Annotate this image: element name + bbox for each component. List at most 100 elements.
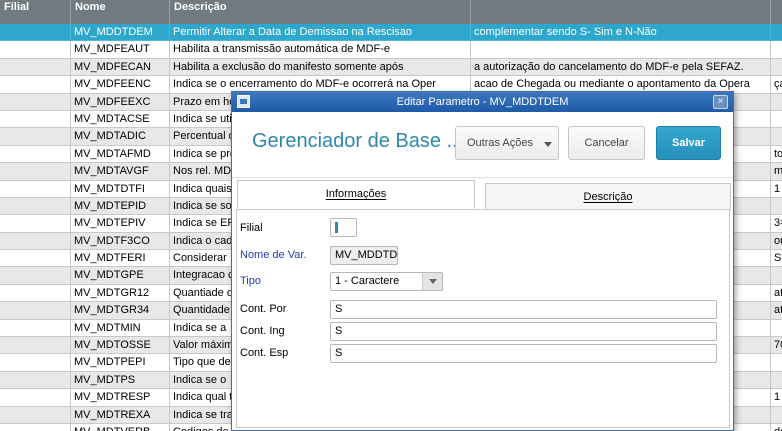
cell-filial: [0, 319, 71, 338]
grid-header: Filial Nome Descrição: [0, 0, 782, 24]
cell-extra2: S=: [771, 250, 782, 268]
cell-extra2: [771, 41, 782, 59]
cell-filial: [0, 232, 71, 251]
cell-nome: MV_MDTPEPI: [71, 354, 170, 372]
cell-extra2: m: [771, 163, 782, 181]
tipo-value: 1 - Caractere: [335, 275, 400, 287]
cell-filial: [0, 284, 71, 303]
dialog-title: Editar Parametro - MV_MDDTDEM: [396, 96, 569, 108]
cell-descricao: Habilita a exclusão do manifesto somente…: [170, 58, 471, 77]
column-header-filial[interactable]: Filial: [0, 0, 71, 24]
cell-nome: MV_MDDTDEM: [71, 24, 170, 42]
cell-nome: MV_MDTGR12: [71, 284, 170, 303]
cell-filial: [0, 215, 71, 233]
cell-filial: [0, 93, 71, 111]
cell-nome: MV_MDTDTFI: [71, 180, 170, 198]
cell-filial: [0, 110, 71, 129]
cont-esp-label: Cont. Esp: [240, 347, 289, 359]
cont-por-input[interactable]: S: [330, 300, 717, 319]
cell-extra2: [771, 128, 782, 146]
cell-filial: [0, 41, 71, 59]
table-row-selected[interactable]: MV_MDDTDEM Permitir Alterar a Data de Dem…: [0, 24, 782, 42]
filial-input[interactable]: [330, 218, 357, 237]
cell-nome: MV_MDTEPID: [71, 197, 170, 216]
cell-nome: MV_MDTPS: [71, 371, 170, 390]
cell-filial: [0, 24, 71, 42]
cell-extra2: [771, 197, 782, 216]
cell-descricao: Permitir Alterar a Data de Demissao na R…: [170, 24, 471, 42]
cell-nome: MV_MDFECAN: [71, 58, 170, 77]
cell-extra2: ça: [771, 76, 782, 94]
cell-filial: [0, 128, 71, 146]
cell-filial: [0, 267, 71, 285]
cell-filial: [0, 180, 71, 198]
cancel-button[interactable]: Cancelar: [568, 126, 645, 160]
cell-nome: MV_MDFEEXC: [71, 93, 170, 111]
tipo-select[interactable]: 1 - Caractere: [330, 272, 443, 291]
cell-extra: complementar sendo S- Sim e N-Não: [471, 24, 771, 42]
column-header-extra[interactable]: [471, 0, 771, 24]
cell-extra2: 70: [771, 337, 782, 355]
cell-filial: [0, 250, 71, 268]
cell-nome: MV_MDTREXA: [71, 406, 170, 424]
cell-nome: MV_MDTMIN: [71, 319, 170, 338]
cell-extra2: at: [771, 284, 782, 303]
column-header-extra2[interactable]: [771, 0, 782, 24]
cell-nome: MV_MDTFERI: [71, 250, 170, 268]
other-actions-label: Outras Ações: [466, 137, 534, 149]
cell-extra2: ou: [771, 232, 782, 251]
cell-nome: MV_MDTADIC: [71, 128, 170, 146]
cell-extra: [471, 41, 771, 59]
cell-extra2: 1: [771, 389, 782, 407]
dropdown-arrow-icon[interactable]: [422, 273, 442, 290]
cont-ing-input[interactable]: S: [330, 322, 717, 341]
cell-nome: MV_MDTACSE: [71, 110, 170, 129]
table-row[interactable]: MV_MDFEAUT Habilita a transmissão automát…: [0, 41, 782, 59]
cell-extra2: do: [771, 423, 782, 431]
cont-ing-label: Cont. Ing: [240, 325, 285, 337]
cell-extra2: [771, 58, 782, 77]
table-row[interactable]: MV_MDFECAN Habilita a exclusão do manifes…: [0, 58, 782, 77]
cell-nome: MV_MDFEAUT: [71, 41, 170, 59]
tab-descricao-label: Descrição: [583, 191, 633, 203]
column-header-nome[interactable]: Nome: [71, 0, 170, 24]
cell-nome: MV_MDTGR34: [71, 302, 170, 320]
cell-extra2: 3=: [771, 215, 782, 233]
edit-parameter-dialog: Editar Parametro - MV_MDDTDEM × Gerencia…: [231, 91, 734, 431]
cell-filial: [0, 406, 71, 424]
cell-filial: [0, 423, 71, 431]
cell-extra2: [771, 406, 782, 424]
cell-filial: [0, 58, 71, 77]
column-header-descricao[interactable]: Descrição: [170, 0, 471, 24]
cell-filial: [0, 389, 71, 407]
cell-extra2: 1: [771, 180, 782, 198]
dialog-tabs: Informações Descrição: [232, 178, 733, 210]
chevron-down-icon: [544, 142, 552, 147]
tab-informacoes-label: Informações: [325, 188, 387, 200]
cell-nome: MV_MDTRESP: [71, 389, 170, 407]
other-actions-button[interactable]: Outras Ações: [455, 126, 559, 160]
save-button[interactable]: Salvar: [656, 126, 721, 160]
cell-filial: [0, 145, 71, 164]
cell-nome: MV_MDTF3CO: [71, 232, 170, 251]
tab-descricao[interactable]: Descrição: [485, 183, 731, 210]
cell-extra2: at: [771, 302, 782, 320]
dialog-titlebar[interactable]: Editar Parametro - MV_MDDTDEM ×: [232, 92, 733, 112]
cell-nome: MV_MDFEENC: [71, 76, 170, 94]
tab-informacoes[interactable]: Informações: [237, 180, 475, 209]
cell-filial: [0, 76, 71, 94]
close-icon[interactable]: ×: [713, 95, 728, 109]
cell-extra2: [771, 371, 782, 390]
cont-esp-input[interactable]: S: [330, 344, 717, 363]
app-title: Gerenciador de Base ...: [252, 130, 462, 152]
cell-nome: MV_MDTGPE: [71, 267, 170, 285]
cell-extra2: to: [771, 145, 782, 164]
cell-nome: MV_MDTEPIV: [71, 215, 170, 233]
text-cursor: [335, 222, 338, 233]
cell-extra2: [771, 110, 782, 129]
var-name-input[interactable]: MV_MDDTDE: [330, 246, 398, 265]
cell-nome: MV_MDTVERB: [71, 423, 170, 431]
cell-extra2: [771, 24, 782, 42]
cont-por-label: Cont. Por: [240, 303, 287, 315]
cell-extra2: [771, 267, 782, 285]
